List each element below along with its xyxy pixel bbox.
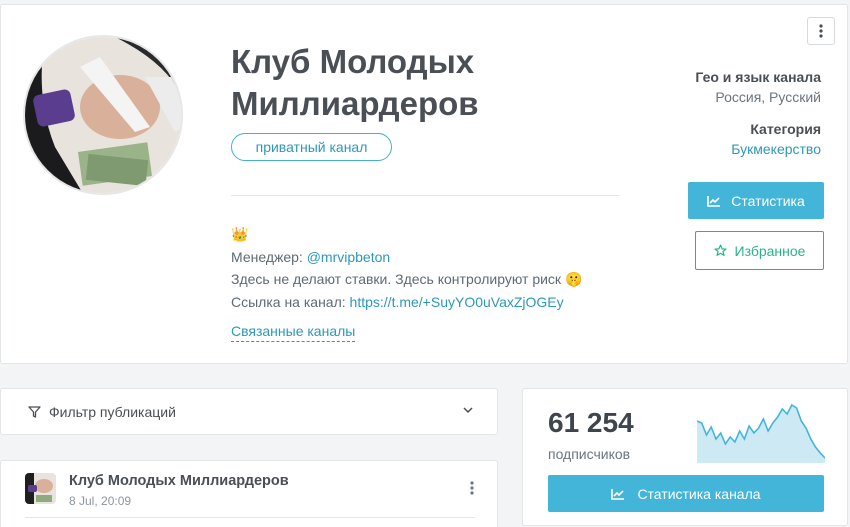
channel-header-card: Клуб Молодых Миллиардеров приватный кана… bbox=[0, 4, 848, 364]
manager-label: Менеджер: bbox=[231, 248, 307, 265]
favorite-button[interactable]: Избранное bbox=[695, 231, 824, 270]
post-title: Клуб Молодых Миллиардеров bbox=[69, 473, 289, 489]
channel-statistics-label: Статистика канала bbox=[637, 485, 761, 502]
crown-emoji: 👑 bbox=[231, 226, 249, 242]
chevron-down-icon bbox=[463, 407, 473, 414]
subscriber-sparkline bbox=[697, 403, 825, 463]
channel-link-label: Ссылка на канал: bbox=[231, 293, 350, 310]
manager-line: Менеджер: @mrvipbeton bbox=[231, 246, 621, 269]
favorite-button-label: Избранное bbox=[734, 242, 806, 259]
post-date: 8 Jul, 20:09 bbox=[69, 494, 132, 508]
publication-filter[interactable]: Фильтр публикаций bbox=[0, 388, 498, 435]
post-channel-avatar bbox=[25, 473, 56, 504]
subscriber-label: подписчиков bbox=[548, 446, 631, 462]
divider bbox=[231, 195, 619, 196]
manager-link[interactable]: @mrvipbeton bbox=[307, 249, 390, 265]
subscribers-card: 61 254 подписчиков Статистика канала bbox=[522, 388, 848, 526]
channel-link-line: Ссылка на канал: https://t.me/+SuyYO0uVa… bbox=[231, 291, 621, 314]
tagline: Здесь не делают ставки. Здесь контролиру… bbox=[231, 271, 583, 287]
kebab-icon bbox=[819, 24, 823, 38]
channel-meta: Гео и язык канала Россия, Русский Катего… bbox=[601, 69, 821, 157]
statistics-button-label: Статистика bbox=[731, 192, 805, 209]
post-divider bbox=[25, 517, 475, 518]
star-icon bbox=[714, 244, 727, 256]
category-heading: Категория bbox=[750, 121, 821, 137]
channel-statistics-button[interactable]: Статистика канала bbox=[548, 475, 824, 512]
geo-heading: Гео и язык канала bbox=[695, 69, 821, 85]
statistics-button[interactable]: Статистика bbox=[688, 182, 824, 219]
category-link[interactable]: Букмекерство bbox=[601, 141, 821, 157]
geo-value: Россия, Русский bbox=[715, 89, 821, 105]
post-item: Клуб Молодых Миллиардеров 8 Jul, 20:09 bbox=[0, 460, 498, 527]
more-menu-button[interactable] bbox=[807, 17, 835, 45]
channel-avatar bbox=[23, 35, 183, 195]
chart-line-icon bbox=[611, 488, 625, 500]
channel-description: 👑 Менеджер: @mrvipbeton Здесь не делают … bbox=[231, 223, 621, 313]
filter-icon bbox=[28, 406, 41, 418]
post-menu-icon[interactable] bbox=[470, 481, 474, 495]
channel-title: Клуб Молодых Миллиардеров bbox=[231, 43, 479, 122]
filter-label: Фильтр публикаций bbox=[49, 404, 176, 420]
subscriber-count: 61 254 bbox=[548, 407, 634, 438]
sparkline-area bbox=[697, 405, 825, 463]
private-channel-badge: приватный канал bbox=[231, 133, 392, 161]
related-channels-link[interactable]: Связанные каналы bbox=[231, 323, 356, 342]
channel-link[interactable]: https://t.me/+SuyYO0uVaxZjOGEy bbox=[350, 294, 564, 310]
chart-line-icon bbox=[707, 195, 721, 207]
